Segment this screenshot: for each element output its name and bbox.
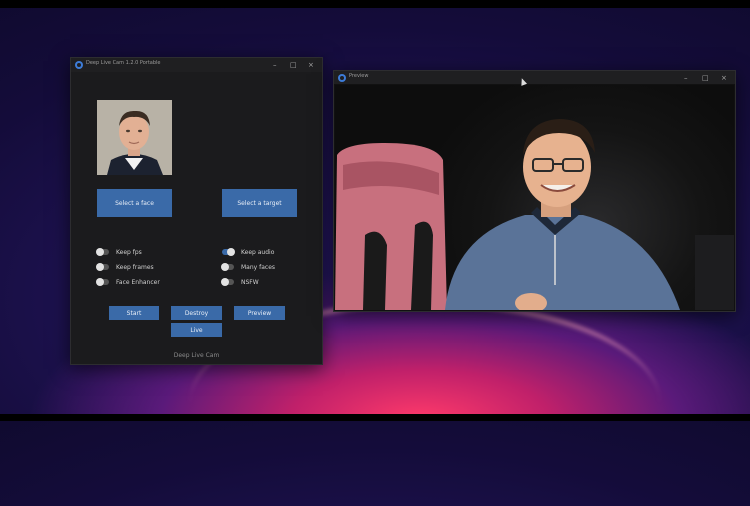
main-window: Deep Live Cam 1.2.0 Portable – □ × Selec… xyxy=(70,57,323,365)
maximize-icon[interactable]: □ xyxy=(290,59,297,71)
toggle-keep-fps[interactable]: Keep fps xyxy=(96,247,142,257)
main-titlebar[interactable]: Deep Live Cam 1.2.0 Portable – □ × xyxy=(71,58,322,72)
preview-window-title: Preview xyxy=(349,73,369,79)
toggle-nsfw[interactable]: NSFW xyxy=(221,277,259,287)
toggle-label: Keep frames xyxy=(116,263,154,271)
preview-window: Preview – □ × xyxy=(333,70,736,312)
toggle-label: NSFW xyxy=(241,278,259,286)
toggle-label: Keep fps xyxy=(116,248,142,256)
toggle-switch[interactable] xyxy=(96,263,109,271)
minimize-icon[interactable]: – xyxy=(273,59,277,71)
preview-button[interactable]: Preview xyxy=(234,306,285,320)
toggle-label: Many faces xyxy=(241,263,276,271)
webcam-preview-video xyxy=(335,85,734,310)
toggle-switch[interactable] xyxy=(96,278,109,286)
toggle-switch[interactable] xyxy=(222,248,235,256)
live-button[interactable]: Live xyxy=(171,323,222,337)
preview-titlebar[interactable]: Preview – □ × xyxy=(334,71,735,84)
select-target-button[interactable]: Select a target xyxy=(222,189,297,217)
maximize-icon[interactable]: □ xyxy=(702,72,709,84)
close-icon[interactable]: × xyxy=(308,59,314,71)
toggle-switch[interactable] xyxy=(96,248,109,256)
footer-brand: Deep Live Cam xyxy=(173,352,220,359)
destroy-button[interactable]: Destroy xyxy=(171,306,222,320)
minimize-icon[interactable]: – xyxy=(684,72,688,84)
select-face-button[interactable]: Select a face xyxy=(97,189,172,217)
letterbox-bottom xyxy=(0,414,750,421)
toggle-keep-audio[interactable]: Keep audio xyxy=(222,247,274,257)
toggle-many-faces[interactable]: Many faces xyxy=(221,262,276,272)
start-button[interactable]: Start xyxy=(109,306,159,320)
toggle-face-enhancer[interactable]: Face Enhancer xyxy=(96,277,160,287)
toggle-keep-frames[interactable]: Keep frames xyxy=(96,262,154,272)
toggle-switch[interactable] xyxy=(221,263,234,271)
app-logo-icon xyxy=(338,74,346,82)
toggle-label: Face Enhancer xyxy=(116,278,160,286)
toggle-switch[interactable] xyxy=(221,278,234,286)
main-window-title: Deep Live Cam 1.2.0 Portable xyxy=(86,60,161,66)
close-icon[interactable]: × xyxy=(721,72,727,84)
toggle-label: Keep audio xyxy=(241,248,275,256)
source-face-image xyxy=(97,100,172,175)
letterbox-top xyxy=(0,0,750,8)
app-logo-icon xyxy=(75,61,83,69)
